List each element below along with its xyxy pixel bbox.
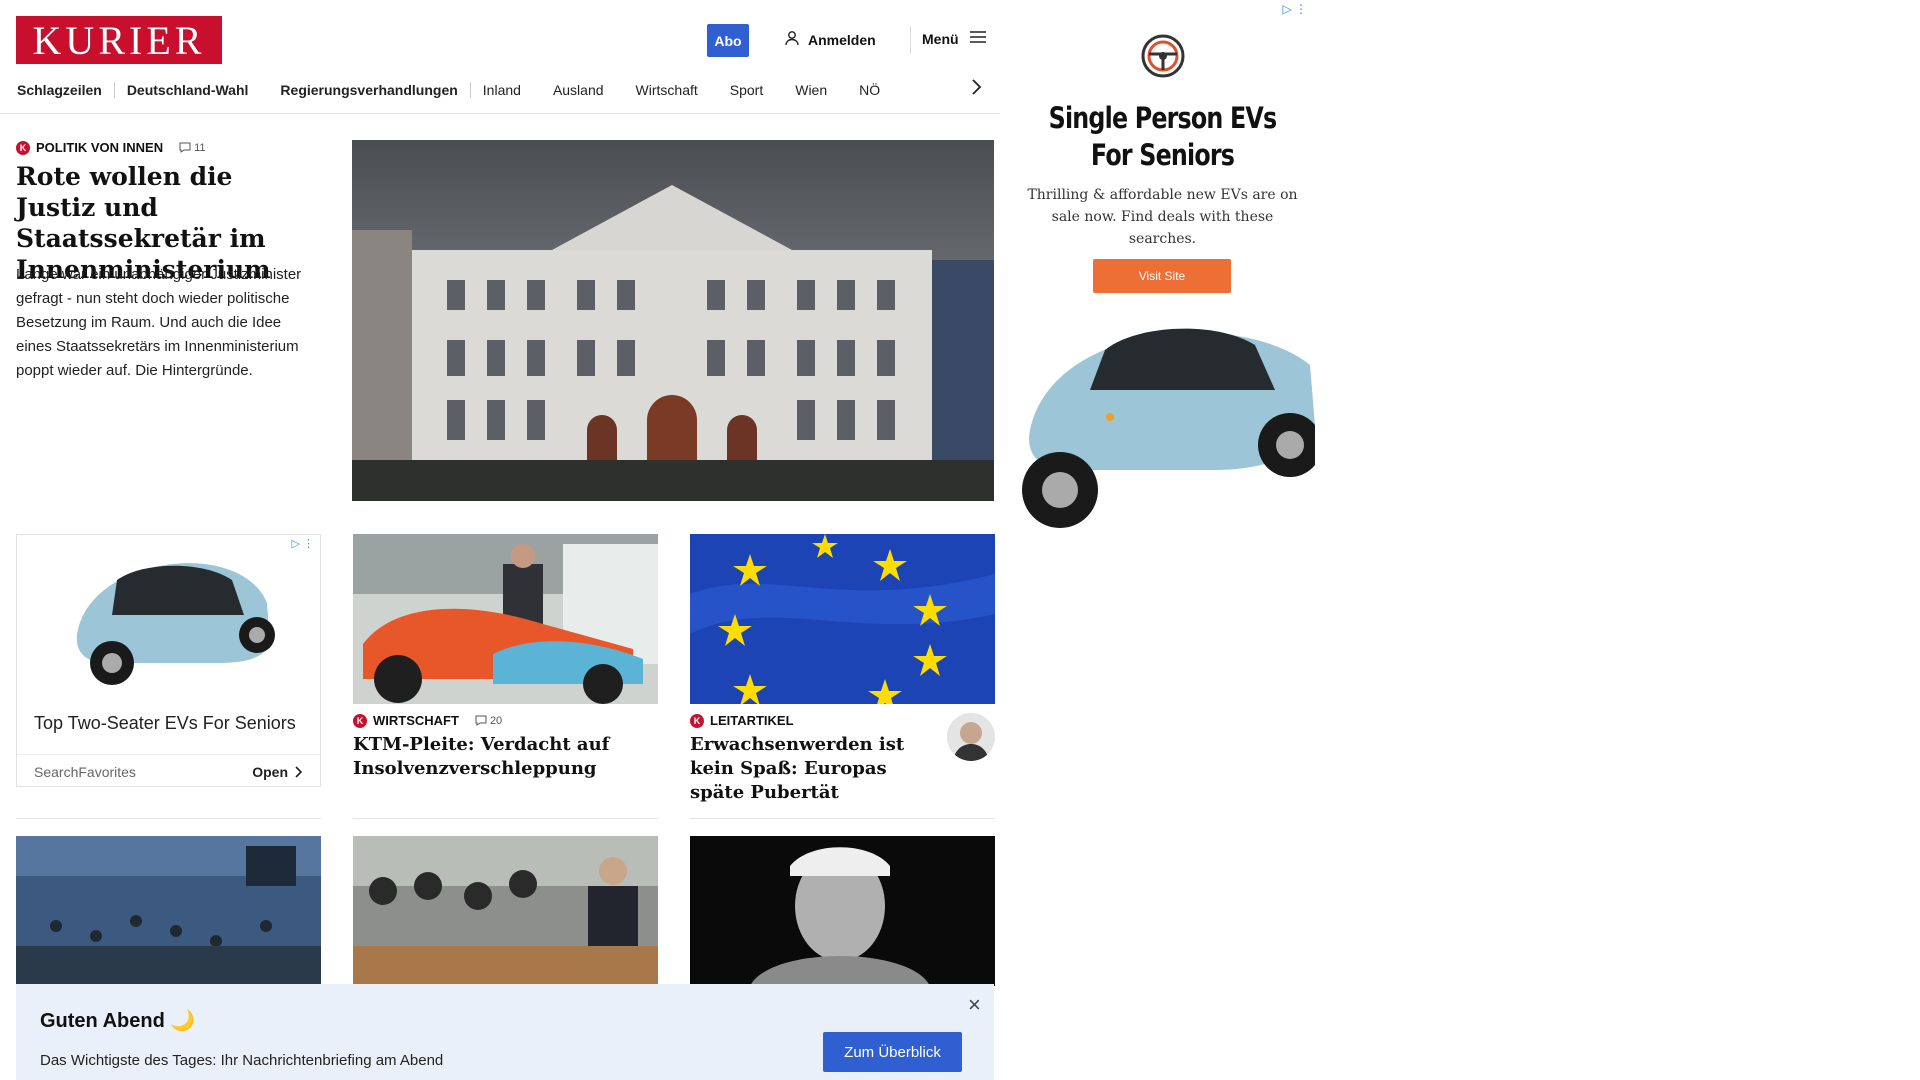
lead-kicker-label: POLITIK VON INNEN xyxy=(36,140,164,155)
comment-count-value: 20 xyxy=(489,714,503,727)
lead-kicker[interactable]: K POLITIK VON INNEN 11 xyxy=(16,140,206,155)
ad-card-image[interactable] xyxy=(17,535,320,695)
article-image-press[interactable] xyxy=(353,836,658,986)
kurier-k-icon: K xyxy=(16,140,30,155)
nav-divider xyxy=(469,82,471,98)
article-image-ktm[interactable] xyxy=(353,534,658,704)
evening-briefing-banner: Guten Abend 🌙 Das Wichtigste des Tages: … xyxy=(16,984,994,1080)
nav-item-deutschland-wahl[interactable]: Deutschland-Wahl xyxy=(127,82,249,98)
nav-item-inland[interactable]: Inland xyxy=(483,82,521,98)
kurier-k-icon: K xyxy=(690,713,704,728)
nav-item-ausland[interactable]: Ausland xyxy=(553,82,604,98)
menu-label: Menü xyxy=(922,30,959,47)
ad-choices-icon[interactable]: ▷ ⋮ xyxy=(1282,2,1307,16)
menu-button[interactable]: Menü xyxy=(922,30,987,47)
author-avatar[interactable] xyxy=(947,713,995,761)
article-image-eu-flag[interactable] xyxy=(690,534,995,704)
row-divider xyxy=(16,818,321,819)
header-divider xyxy=(910,26,911,54)
comment-count-value: 11 xyxy=(194,141,206,154)
article-image-airport[interactable] xyxy=(16,836,321,986)
ad-car-image[interactable] xyxy=(1010,280,1315,540)
ad-card-open-button[interactable]: Open xyxy=(252,764,302,780)
ad-card-title[interactable]: Top Two-Seater EVs For Seniors xyxy=(34,713,296,734)
leitartikel-headline[interactable]: Erwachsenwerden ist kein Spaß: Europas s… xyxy=(690,733,930,805)
ad-card-footer: SearchFavorites Open xyxy=(17,754,320,787)
native-ad-card[interactable]: ▷ ⋮ Top Two-Seater EVs For Seniors Searc… xyxy=(16,534,321,787)
leitartikel-kicker[interactable]: K LEITARTIKEL xyxy=(690,713,794,728)
chevron-right-icon xyxy=(295,766,302,778)
ad-card-source: SearchFavorites xyxy=(34,764,136,780)
hamburger-icon xyxy=(969,30,987,47)
ad-headline[interactable]: Single Person EVs For Seniors xyxy=(1037,100,1287,174)
ktm-kicker-label: WIRTSCHAFT xyxy=(373,713,459,728)
ad-banner-right[interactable]: ▷ ⋮ Single Person EVs For Seniors Thrill… xyxy=(1010,0,1315,540)
section-nav: Schlagzeilen Deutschland-Wahl Regierungs… xyxy=(0,74,1000,114)
lead-image-palace[interactable] xyxy=(352,140,994,501)
login-label: Anmelden xyxy=(808,31,876,48)
nav-item-wirtschaft[interactable]: Wirtschaft xyxy=(636,82,698,98)
row-divider xyxy=(353,818,658,819)
nav-item-regierungsverhandlungen[interactable]: Regierungsverhandlungen xyxy=(280,82,457,98)
row-divider xyxy=(690,818,995,819)
zum-ueberblick-button[interactable]: Zum Überblick xyxy=(823,1032,962,1072)
ad-description: Thrilling & affordable new EVs are on sa… xyxy=(1027,187,1298,247)
abo-button[interactable]: Abo xyxy=(707,24,749,57)
steering-wheel-icon xyxy=(1141,34,1185,83)
kurier-logo[interactable]: KURIER xyxy=(16,16,222,64)
ktm-headline[interactable]: KTM-Pleite: Verdacht auf Insolvenzversch… xyxy=(353,733,658,781)
article-image-portrait[interactable] xyxy=(690,836,995,986)
close-icon[interactable]: × xyxy=(968,994,981,1016)
login-link[interactable]: Anmelden xyxy=(784,30,876,49)
user-icon xyxy=(784,30,800,49)
ad-choices-icon[interactable]: ▷ ⋮ xyxy=(291,537,314,550)
ktm-kicker[interactable]: K WIRTSCHAFT 20 xyxy=(353,713,502,728)
nav-item-noe[interactable]: NÖ xyxy=(859,82,880,98)
comment-count[interactable]: 20 xyxy=(475,715,502,727)
kurier-k-icon: K xyxy=(353,713,367,728)
leitartikel-kicker-label: LEITARTIKEL xyxy=(710,713,794,728)
ad-visit-site-button[interactable]: Visit Site xyxy=(1093,259,1231,293)
nav-divider xyxy=(113,82,115,98)
comment-icon xyxy=(179,142,191,153)
nav-item-sport[interactable]: Sport xyxy=(730,82,763,98)
nav-next-arrow-icon[interactable] xyxy=(970,78,982,101)
lead-teaser: Lange war ein unabhängiger Justizministe… xyxy=(16,266,302,379)
banner-title: Guten Abend 🌙 xyxy=(40,1010,196,1032)
nav-item-schlagzeilen[interactable]: Schlagzeilen xyxy=(17,82,102,98)
nav-item-wien[interactable]: Wien xyxy=(795,82,827,98)
banner-text: Das Wichtigste des Tages: Ihr Nachrichte… xyxy=(40,1052,444,1069)
ad-card-open-label: Open xyxy=(252,764,288,780)
comment-icon xyxy=(475,715,487,726)
comment-count[interactable]: 11 xyxy=(179,141,206,154)
